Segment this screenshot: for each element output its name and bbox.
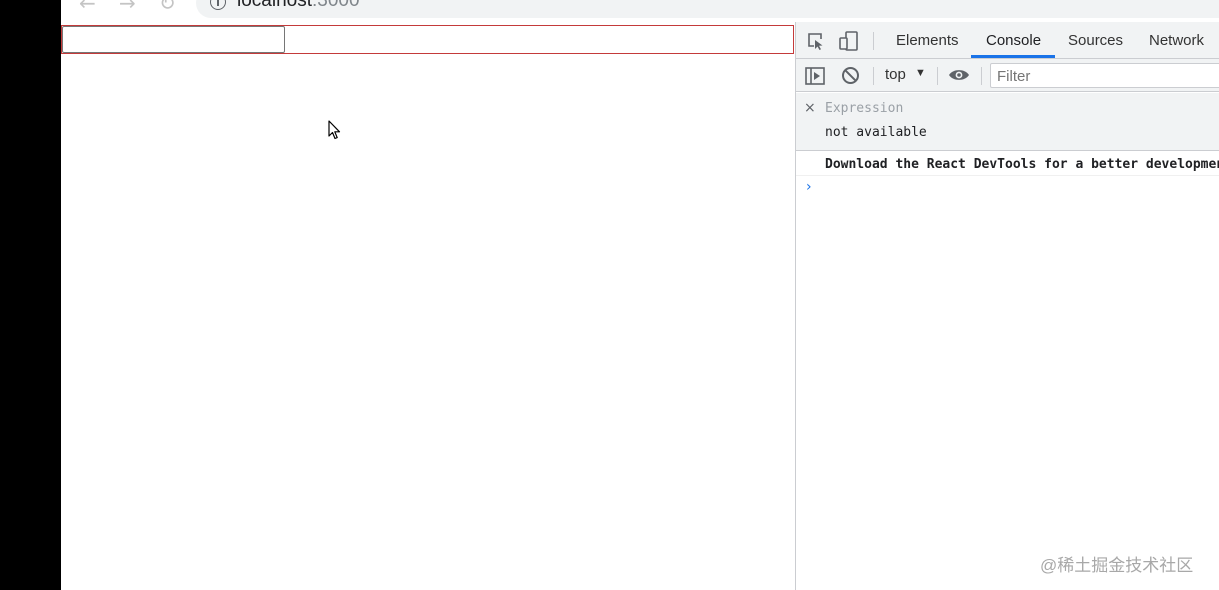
devtools-tabbar: Elements Console Sources Network	[796, 22, 1219, 59]
watermark: @稀土掘金技术社区	[1040, 556, 1194, 575]
console-message-text: Download the React DevTools for a better…	[825, 157, 1219, 172]
url-text[interactable]: localhost:3000	[237, 0, 360, 12]
tab-elements[interactable]: Elements	[896, 22, 959, 58]
url-port: :3000	[312, 0, 360, 11]
tab-network[interactable]: Network	[1149, 22, 1204, 58]
reload-icon[interactable]: ↻	[159, 0, 176, 15]
devtools-panel: Elements Console Sources Network top ▼ F…	[795, 22, 1219, 590]
page-viewport	[61, 22, 795, 590]
toolbar-separator	[937, 67, 938, 85]
device-toolbar-icon[interactable]	[838, 30, 860, 52]
text-input[interactable]	[62, 26, 285, 53]
live-expression-area: × Expression not available	[796, 93, 1219, 151]
console-message: Download the React DevTools for a better…	[796, 152, 1219, 176]
context-dropdown-icon[interactable]: ▼	[915, 67, 926, 79]
left-black-edge	[0, 0, 61, 590]
inspect-element-icon[interactable]	[806, 31, 826, 51]
tab-sources[interactable]: Sources	[1068, 22, 1123, 58]
filter-input[interactable]: Filter	[990, 63, 1219, 88]
close-icon[interactable]: ×	[804, 100, 816, 116]
console-toolbar: top ▼ Filter	[796, 59, 1219, 92]
url-host: localhost	[237, 0, 312, 11]
toolbar-separator	[981, 67, 982, 85]
show-sidebar-icon[interactable]	[805, 67, 825, 85]
console-prompt-icon[interactable]: ›	[806, 179, 812, 195]
toolbar-separator	[873, 67, 874, 85]
toolbar-separator	[873, 32, 874, 50]
tab-console[interactable]: Console	[986, 22, 1041, 58]
active-tab-indicator	[971, 55, 1055, 58]
context-selector[interactable]: top	[885, 66, 906, 83]
back-arrow-icon[interactable]: ←	[79, 0, 96, 15]
clear-console-icon[interactable]	[841, 66, 860, 85]
mouse-cursor-icon	[328, 120, 341, 140]
browser-toolbar: ← → ↻ localhost:3000	[61, 0, 1219, 22]
filter-placeholder: Filter	[997, 68, 1031, 85]
forward-arrow-icon[interactable]: →	[119, 0, 136, 15]
expression-value: not available	[825, 125, 927, 140]
live-expression-eye-icon[interactable]	[948, 68, 970, 82]
expression-label[interactable]: Expression	[825, 101, 903, 116]
